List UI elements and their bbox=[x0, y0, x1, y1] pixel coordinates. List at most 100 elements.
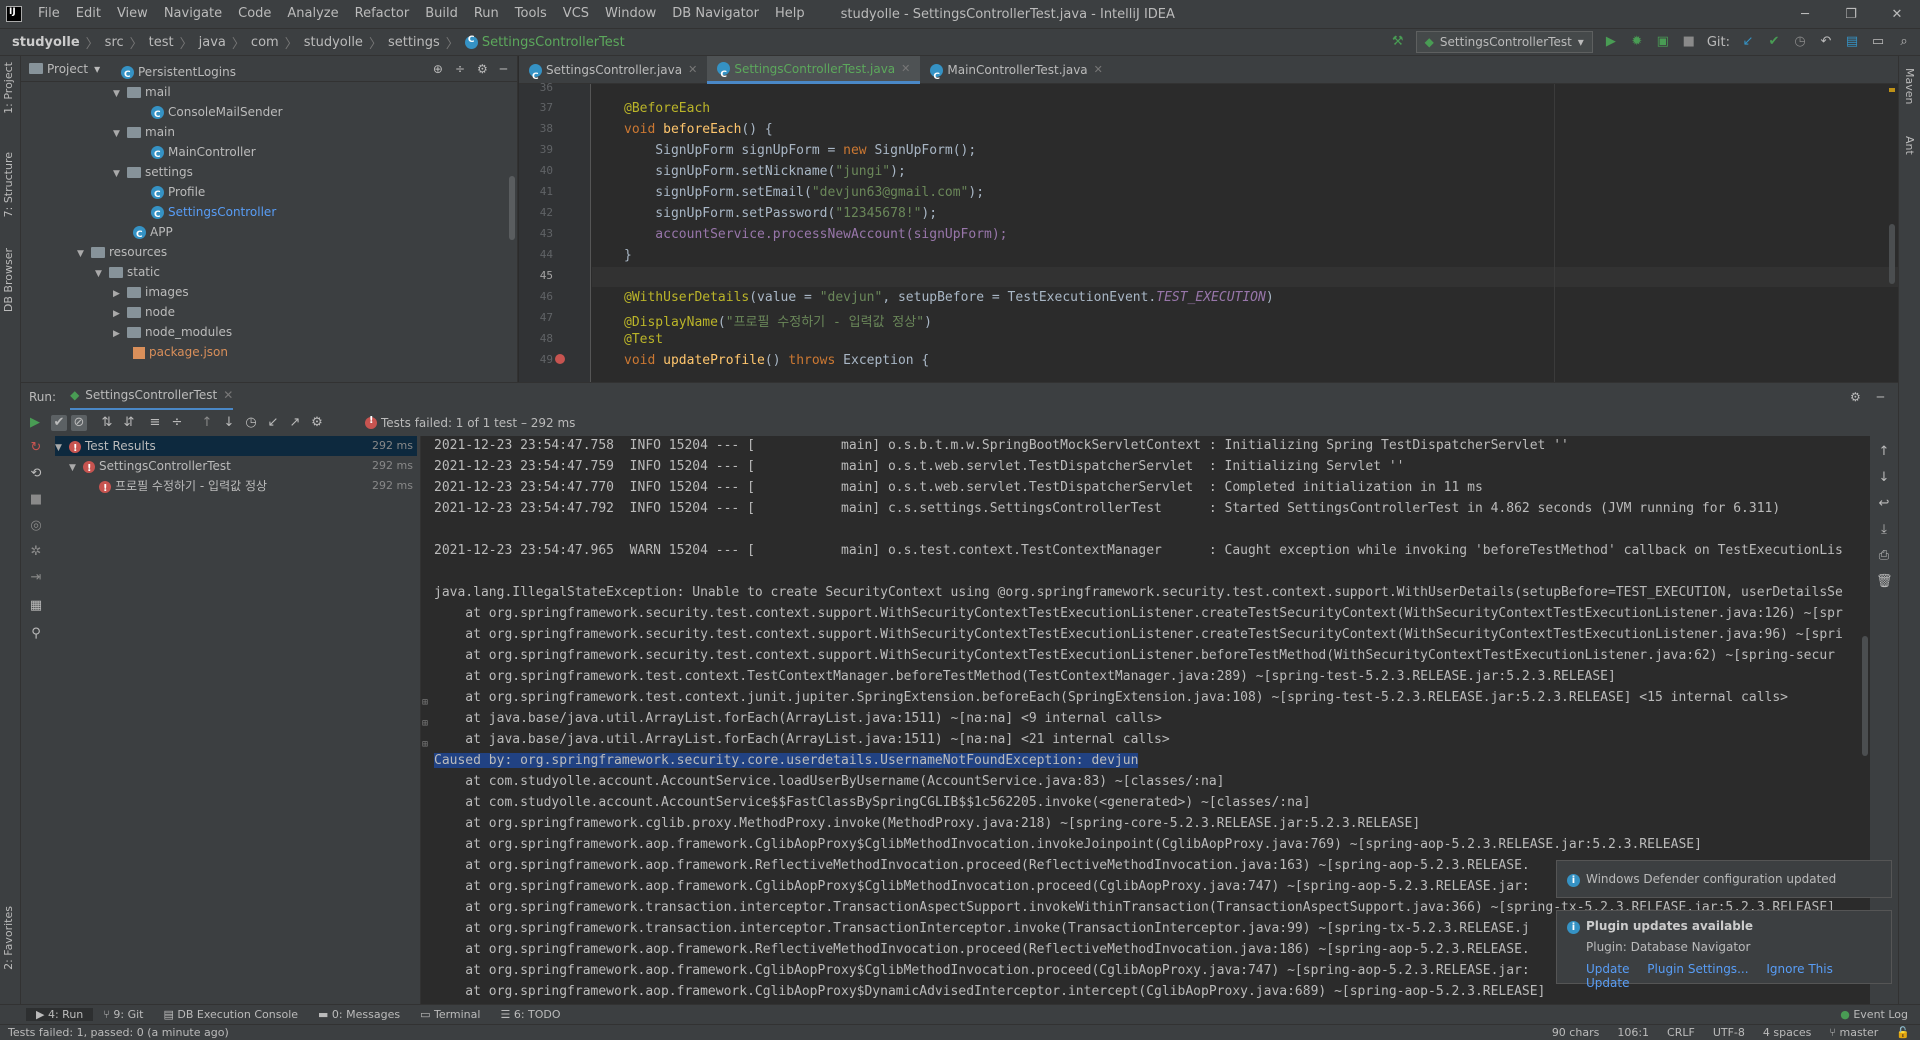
tree-item[interactable]: ▼ main bbox=[113, 122, 175, 142]
status-line-separator[interactable]: CRLF bbox=[1667, 1026, 1695, 1039]
tab-db-execution-console[interactable]: ▤ DB Execution Console bbox=[153, 1008, 308, 1021]
gear-icon[interactable]: ⚙ bbox=[309, 415, 325, 431]
tree-item[interactable]: package.json bbox=[133, 342, 228, 362]
tree-item[interactable]: ConsoleMailSender bbox=[151, 102, 283, 125]
close-tab-icon[interactable]: ✕ bbox=[1094, 56, 1103, 84]
close-tab-icon[interactable]: ✕ bbox=[688, 56, 697, 84]
menu-code[interactable]: Code bbox=[230, 0, 279, 28]
menu-run[interactable]: Run bbox=[466, 0, 507, 28]
menu-vcs[interactable]: VCS bbox=[555, 0, 597, 28]
hide-icon[interactable]: ─ bbox=[1877, 390, 1884, 404]
run-configuration-select[interactable]: ◆ SettingsControllerTest ▾ bbox=[1415, 31, 1593, 53]
tab-maven[interactable]: Maven bbox=[1903, 68, 1916, 104]
run-test-gutter-icon[interactable] bbox=[555, 354, 565, 364]
layout-icon[interactable]: ▦ bbox=[28, 598, 44, 614]
project-scrollbar[interactable] bbox=[509, 176, 515, 240]
rerun-icon[interactable]: ▶ bbox=[27, 415, 43, 431]
export-tests-icon[interactable]: ↗ bbox=[287, 415, 303, 431]
status-message[interactable]: Tests failed: 1, passed: 0 (a minute ago… bbox=[8, 1026, 229, 1039]
tree-item[interactable]: ▶ images bbox=[113, 282, 189, 302]
build-hammer-icon[interactable]: ⚒ bbox=[1390, 34, 1406, 50]
expand-all-icon[interactable]: ≡ bbox=[147, 415, 163, 431]
status-position[interactable]: 106:1 bbox=[1617, 1026, 1649, 1039]
menu-tools[interactable]: Tools bbox=[507, 0, 555, 28]
locate-icon[interactable]: ⊕ bbox=[433, 62, 443, 76]
project-view-select[interactable]: Project bbox=[47, 62, 88, 76]
soft-wrap-icon[interactable]: ↩ bbox=[1876, 496, 1892, 512]
breadcrumb-settings[interactable]: settings bbox=[388, 35, 440, 50]
settings-icon[interactable]: ✲ bbox=[28, 544, 44, 560]
editor-scroll-thumb[interactable] bbox=[1889, 224, 1895, 284]
test-method-node[interactable]: 프로필 수정하기 - 입력값 정상 292 ms bbox=[55, 476, 417, 499]
tab-terminal[interactable]: ▭ Terminal bbox=[410, 1008, 490, 1021]
expand-icon[interactable]: ▼ bbox=[77, 244, 91, 264]
status-git-branch[interactable]: ⑂ master bbox=[1829, 1026, 1878, 1039]
status-encoding[interactable]: UTF-8 bbox=[1713, 1026, 1745, 1039]
git-commit-icon[interactable]: ✔ bbox=[1766, 34, 1782, 50]
menu-analyze[interactable]: Analyze bbox=[279, 0, 346, 28]
fold-icon[interactable]: ⊞ bbox=[422, 697, 428, 708]
collapse-all-icon[interactable]: ÷ bbox=[169, 415, 185, 431]
tree-item[interactable]: Profile bbox=[151, 182, 205, 205]
close-tab-icon[interactable]: ✕ bbox=[901, 55, 910, 83]
breadcrumb-java[interactable]: java bbox=[199, 35, 226, 50]
trash-icon[interactable]: 🗑 bbox=[1876, 574, 1893, 590]
expand-icon[interactable]: ▼ bbox=[113, 124, 127, 144]
menu-edit[interactable]: Edit bbox=[68, 0, 109, 28]
git-rollback-icon[interactable]: ↶ bbox=[1818, 34, 1834, 50]
stop-icon[interactable]: ■ bbox=[28, 492, 44, 508]
expand-icon[interactable]: ▼ bbox=[113, 84, 127, 104]
menu-build[interactable]: Build bbox=[417, 0, 466, 28]
tree-item[interactable]: MainController bbox=[151, 142, 256, 165]
menu-db-navigator[interactable]: DB Navigator bbox=[664, 0, 767, 28]
stop-icon[interactable]: ■ bbox=[1681, 34, 1697, 50]
pin-icon[interactable]: ⚲ bbox=[28, 626, 44, 642]
menu-navigate[interactable]: Navigate bbox=[156, 0, 230, 28]
minimize-icon[interactable]: ─ bbox=[1782, 7, 1828, 22]
sort-duration-icon[interactable]: ⇵ bbox=[121, 415, 137, 431]
next-failed-icon[interactable]: ↓ bbox=[221, 415, 237, 431]
collapse-all-icon[interactable]: ÷ bbox=[455, 62, 465, 76]
tree-item[interactable]: ▼ settings bbox=[113, 162, 193, 182]
console-scrollbar[interactable] bbox=[1862, 636, 1868, 756]
rerun-failed-icon[interactable]: ↻ bbox=[28, 440, 44, 456]
git-update-icon[interactable]: ↙ bbox=[1740, 34, 1756, 50]
expand-icon[interactable]: ▼ bbox=[95, 264, 109, 284]
tab-messages[interactable]: ▬ 0: Messages bbox=[308, 1008, 410, 1021]
breadcrumb-project[interactable]: studyolle bbox=[12, 35, 80, 50]
maximize-icon[interactable]: ❐ bbox=[1828, 7, 1874, 22]
tree-item[interactable]: APP bbox=[133, 222, 173, 245]
tab-db-browser[interactable]: DB Browser bbox=[2, 248, 15, 312]
prev-failed-icon[interactable]: ↑ bbox=[199, 415, 215, 431]
debug-icon[interactable]: ✹ bbox=[1629, 34, 1645, 50]
expand-icon[interactable]: ▼ bbox=[113, 164, 127, 184]
test-results-root[interactable]: ▼Test Results292 ms bbox=[55, 436, 417, 459]
tree-item[interactable]: ▶ node_modules bbox=[113, 322, 232, 342]
run-tab[interactable]: ◆ SettingsControllerTest ✕ bbox=[70, 383, 234, 411]
show-ignored-icon[interactable]: ⊘ bbox=[71, 415, 87, 431]
close-icon[interactable]: ✕ bbox=[1874, 7, 1920, 22]
tree-item[interactable]: ▼ mail bbox=[113, 82, 171, 102]
menu-file[interactable]: File bbox=[30, 0, 68, 28]
import-tests-icon[interactable]: ↙ bbox=[265, 415, 281, 431]
dump-threads-icon[interactable]: ◎ bbox=[28, 518, 44, 534]
update-link[interactable]: Update bbox=[1586, 962, 1629, 976]
gear-icon[interactable]: ⚙ bbox=[1850, 390, 1861, 404]
code-editor[interactable]: @BeforeEach void beforeEach() { SignUpFo… bbox=[592, 84, 1898, 382]
git-history-icon[interactable]: ◷ bbox=[1792, 34, 1808, 50]
down-icon[interactable]: ↓ bbox=[1876, 470, 1892, 486]
collapsed-icon[interactable]: ▶ bbox=[113, 324, 127, 344]
status-indent[interactable]: 4 spaces bbox=[1763, 1026, 1812, 1039]
tab-structure[interactable]: 7: Structure bbox=[2, 152, 15, 217]
show-passed-icon[interactable]: ✔ bbox=[51, 415, 67, 431]
collapsed-icon[interactable]: ▶ bbox=[113, 304, 127, 324]
menu-window[interactable]: Window bbox=[597, 0, 664, 28]
coverage-icon[interactable]: ▣ bbox=[1655, 34, 1671, 50]
tree-item[interactable]: ▼ static bbox=[95, 262, 160, 282]
breadcrumb-src[interactable]: src bbox=[105, 35, 124, 50]
tab-favorites[interactable]: 2: Favorites bbox=[2, 906, 15, 970]
breadcrumb-test[interactable]: test bbox=[149, 35, 174, 50]
menu-view[interactable]: View bbox=[109, 0, 156, 28]
plugin-settings-link[interactable]: Plugin Settings... bbox=[1647, 962, 1748, 976]
up-icon[interactable]: ↑ bbox=[1876, 444, 1892, 460]
